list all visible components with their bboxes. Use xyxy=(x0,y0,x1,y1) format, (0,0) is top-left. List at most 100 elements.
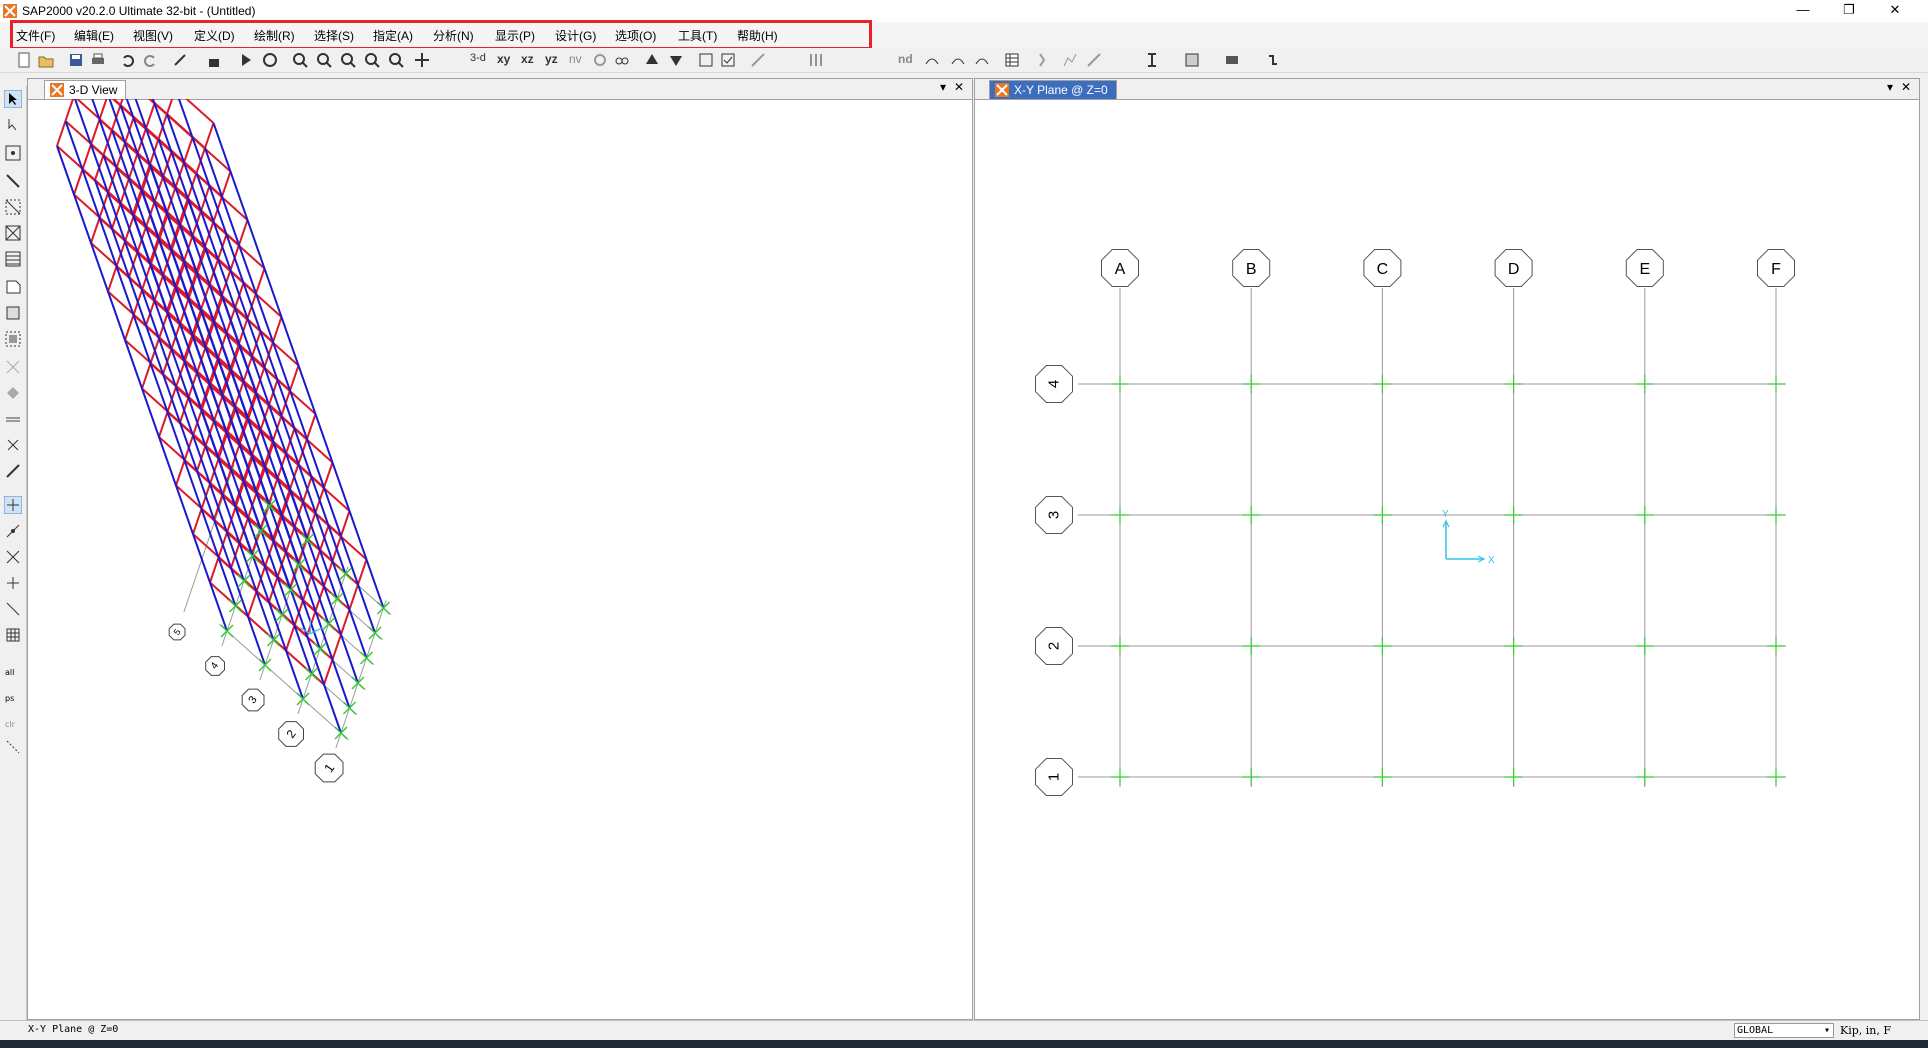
snap-ends-icon[interactable] xyxy=(4,522,22,540)
zoom-window-icon[interactable] xyxy=(292,52,308,68)
quick-draw-frame-icon[interactable] xyxy=(4,198,22,216)
snap-lines-icon[interactable] xyxy=(4,600,22,618)
draw-section-cut-icon[interactable] xyxy=(4,410,22,428)
minimize-button[interactable]: — xyxy=(1780,0,1826,22)
get-previous-selection-icon[interactable]: ps xyxy=(4,686,22,704)
windows-taskbar xyxy=(0,1040,1928,1048)
axis-lines xyxy=(1445,521,1484,560)
draw-frame-icon[interactable] xyxy=(4,172,22,190)
pan-icon[interactable] xyxy=(414,52,430,68)
grid-bubble-label: 1 xyxy=(1046,773,1063,781)
new-model-icon[interactable] xyxy=(16,52,32,68)
view-yz-button[interactable]: yz xyxy=(545,52,558,66)
section-designer-icon[interactable] xyxy=(1086,52,1102,68)
show-forces-icon[interactable] xyxy=(924,52,940,68)
pane-dropdown-button[interactable]: ▾ xyxy=(940,80,946,94)
draw-solid-icon[interactable] xyxy=(4,384,22,402)
zoom-previous-icon[interactable] xyxy=(388,52,404,68)
tab-xy-plane[interactable]: X-Y Plane @ Z=0 xyxy=(989,80,1117,99)
draw-link-icon[interactable] xyxy=(4,358,22,376)
save-icon[interactable] xyxy=(68,52,84,68)
frame-section-icon[interactable] xyxy=(1144,52,1160,68)
assign-icon[interactable] xyxy=(750,52,766,68)
view-xy-button[interactable]: xy xyxy=(497,52,510,66)
restore-button[interactable]: ❐ xyxy=(1826,0,1872,22)
run-now-icon[interactable] xyxy=(262,52,278,68)
area-section-icon[interactable] xyxy=(1184,52,1200,68)
ground-grid-line xyxy=(219,623,349,741)
pane-close-button[interactable]: ✕ xyxy=(954,80,964,94)
pane-3d-view[interactable]: 3-D View ▾ ✕ 1234 5 xyxy=(27,78,973,1020)
refresh-icon[interactable] xyxy=(172,52,188,68)
draw-dimension-icon[interactable] xyxy=(4,436,22,454)
undo-icon[interactable] xyxy=(120,52,136,68)
redo-icon[interactable] xyxy=(142,52,158,68)
view-xz-button[interactable]: xz xyxy=(521,52,534,66)
zoom-in-icon[interactable] xyxy=(316,52,332,68)
object-shrink-icon[interactable] xyxy=(698,52,714,68)
quick-draw-secondary-icon[interactable] xyxy=(4,250,22,268)
snap-perpendicular-icon[interactable] xyxy=(4,574,22,592)
support-marker xyxy=(275,608,289,622)
show-stress-icon[interactable] xyxy=(974,52,990,68)
lock-icon[interactable] xyxy=(206,52,222,68)
grid-bubble-3d: 2 xyxy=(278,721,304,747)
grid-bubble-F: F xyxy=(1757,249,1795,287)
zoom-out-icon[interactable] xyxy=(340,52,356,68)
snap-grid-icon[interactable] xyxy=(4,626,22,644)
down-icon[interactable] xyxy=(668,52,684,68)
pane-plan-view[interactable]: X-Y Plane @ Z=0 ▾ ✕ ABCDEF4321YX xyxy=(974,78,1920,1020)
grid-bubble-label: D xyxy=(1508,261,1520,278)
plot-functions-icon[interactable] xyxy=(1062,52,1078,68)
tab-3d-view[interactable]: 3-D View xyxy=(44,80,127,99)
pointer-icon[interactable] xyxy=(4,90,22,108)
run-analysis-icon[interactable] xyxy=(238,52,254,68)
clear-selection-icon[interactable]: clr xyxy=(4,712,22,730)
window-title: SAP2000 v20.2.0 Ultimate 32-bit - (Untit… xyxy=(22,4,256,18)
sap2000-tab-icon xyxy=(50,83,64,97)
snap-intersections-icon[interactable] xyxy=(4,548,22,566)
reshape-icon[interactable] xyxy=(4,116,22,134)
up-icon[interactable] xyxy=(644,52,660,68)
structure-3d-canvas[interactable]: 1234 5 xyxy=(28,99,972,1019)
zoom-full-icon[interactable] xyxy=(364,52,380,68)
quick-draw-area-icon[interactable] xyxy=(4,330,22,348)
design-icon[interactable] xyxy=(1034,52,1050,68)
quick-draw-braces-icon[interactable] xyxy=(4,224,22,242)
select-all-icon[interactable]: all xyxy=(4,660,22,678)
pane-close-button[interactable]: ✕ xyxy=(1901,80,1911,94)
plan-grid-canvas[interactable]: A B C D E F4321YX xyxy=(975,99,1919,1019)
view-3d-button[interactable]: 3-d xyxy=(470,52,486,64)
draw-reference-point-icon[interactable] xyxy=(4,462,22,480)
grid-bubble-1: 1 xyxy=(1035,758,1073,796)
show-tables-icon[interactable] xyxy=(1004,52,1020,68)
joint-marker xyxy=(1242,506,1261,524)
rotate-icon[interactable] xyxy=(592,52,608,68)
support-marker xyxy=(330,592,344,606)
draw-area-icon[interactable] xyxy=(4,278,22,296)
show-deformed-icon[interactable] xyxy=(950,52,966,68)
grid-bubble-label: C xyxy=(1377,261,1389,278)
coordinate-system-select[interactable]: GLOBAL ▾ xyxy=(1734,1023,1834,1038)
perspective-icon[interactable] xyxy=(614,52,630,68)
set-display-options-icon[interactable] xyxy=(720,52,736,68)
pane-plan-tabbar: X-Y Plane @ Z=0 ▾ ✕ xyxy=(975,79,1919,100)
open-icon[interactable] xyxy=(38,52,54,68)
analysis-options-icon[interactable] xyxy=(1224,52,1240,68)
nd-button[interactable]: nd xyxy=(898,52,913,66)
grid-bubble-label: 3 xyxy=(1046,511,1063,519)
joint-marker xyxy=(1373,375,1392,393)
view-nv-button[interactable]: nv xyxy=(569,52,582,66)
support-marker xyxy=(220,624,234,638)
units-selector[interactable]: Kip, in, F xyxy=(1840,1024,1891,1037)
support-marker xyxy=(304,667,319,681)
draw-joint-icon[interactable] xyxy=(4,144,22,162)
pane-dropdown-button[interactable]: ▾ xyxy=(1887,80,1893,94)
snap-points-icon[interactable] xyxy=(4,496,22,514)
draw-rectangular-area-icon[interactable] xyxy=(4,304,22,322)
show-undeformed-icon[interactable] xyxy=(808,52,824,68)
function-icon[interactable] xyxy=(1266,52,1282,68)
print-icon[interactable] xyxy=(90,52,106,68)
close-button[interactable]: ✕ xyxy=(1872,0,1918,22)
intersecting-line-select-icon[interactable] xyxy=(4,738,22,756)
